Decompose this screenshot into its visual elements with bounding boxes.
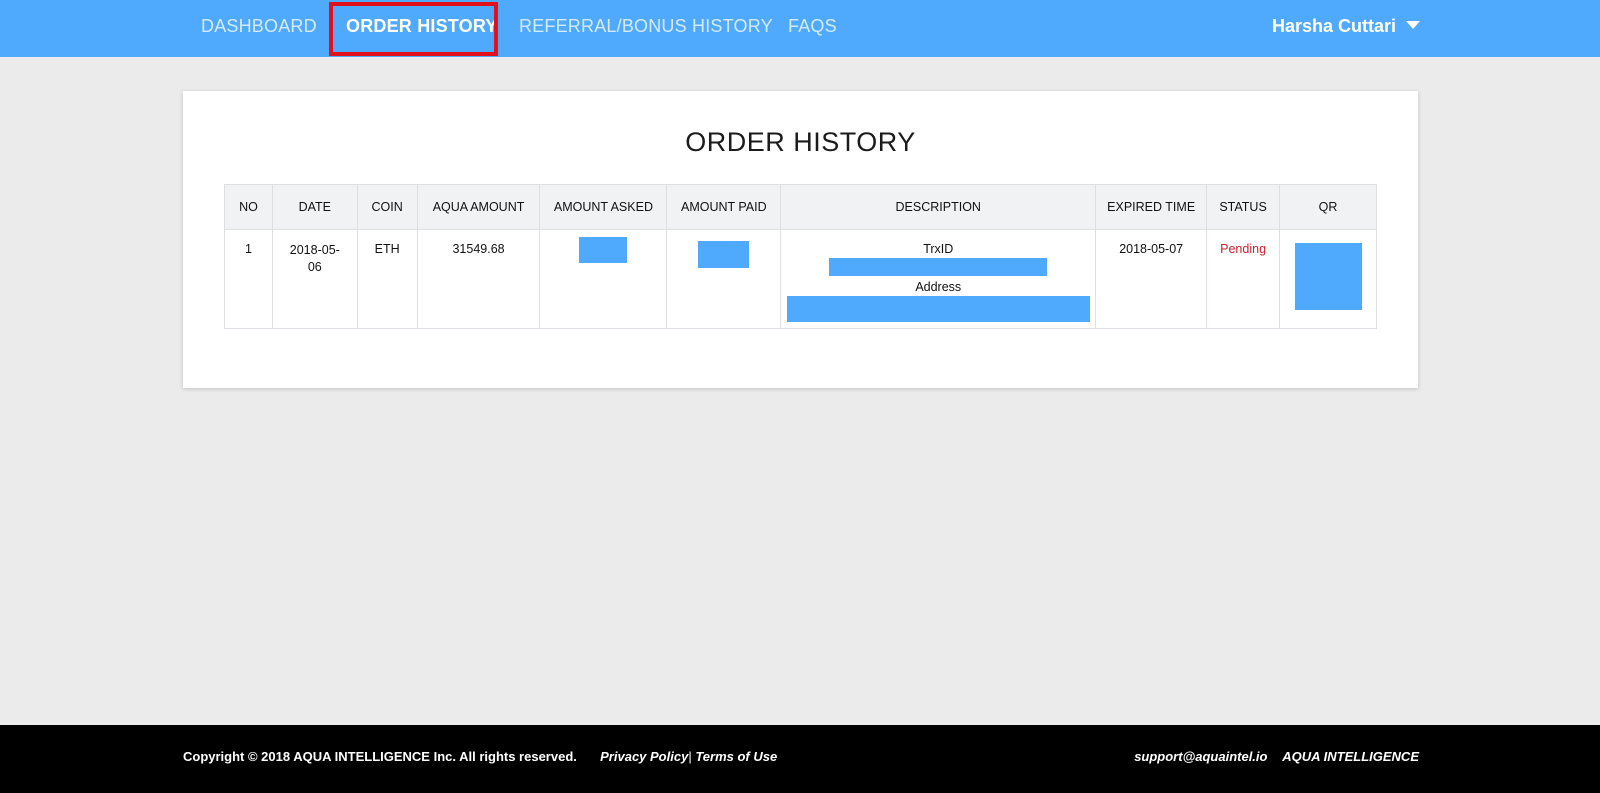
col-header-status: STATUS bbox=[1206, 184, 1281, 230]
col-header-no: NO bbox=[224, 184, 273, 230]
col-header-coin: COIN bbox=[356, 184, 418, 230]
nav-referral-bonus-history[interactable]: REFERRAL/BONUS HISTORY bbox=[519, 0, 773, 52]
page-title: ORDER HISTORY bbox=[685, 127, 916, 157]
copyright-text: Copyright © 2018 AQUA INTELLIGENCE Inc. … bbox=[183, 749, 577, 764]
footer-left: Copyright © 2018 AQUA INTELLIGENCE Inc. … bbox=[183, 725, 777, 789]
col-header-expired-time: EXPIRED TIME bbox=[1095, 184, 1208, 230]
user-menu[interactable]: Harsha Cuttari bbox=[1272, 0, 1420, 52]
status-badge: Pending bbox=[1206, 229, 1281, 329]
cell-aqua-amount: 31549.68 bbox=[416, 229, 541, 329]
footer-separator: | bbox=[688, 749, 692, 764]
footer-right: support@aquaintel.io AQUA INTELLIGENCE bbox=[1134, 725, 1419, 789]
footer-brand: AQUA INTELLIGENCE bbox=[1282, 749, 1419, 764]
cell-description: TrxID Address bbox=[780, 229, 1097, 329]
user-name: Harsha Cuttari bbox=[1271, 16, 1396, 36]
redacted-amount-paid bbox=[698, 241, 750, 268]
support-email-link[interactable]: support@aquaintel.io bbox=[1134, 749, 1267, 764]
orders-table: NO DATE COIN AQUA AMOUNT AMOUNT ASKED AM… bbox=[224, 184, 1377, 329]
cell-date: 2018-05- 06 bbox=[271, 229, 358, 329]
nav-dashboard[interactable]: DASHBOARD bbox=[201, 0, 317, 52]
cell-coin: ETH bbox=[356, 229, 418, 329]
col-header-amount-asked: AMOUNT ASKED bbox=[539, 184, 668, 230]
top-navbar: DASHBOARD ORDER HISTORY REFERRAL/BONUS H… bbox=[0, 0, 1600, 57]
cell-qr bbox=[1279, 229, 1377, 329]
nav-faqs[interactable]: FAQS bbox=[788, 0, 837, 52]
cell-no: 1 bbox=[224, 229, 273, 329]
col-header-description: DESCRIPTION bbox=[780, 184, 1097, 230]
col-header-aqua-amount: AQUA AMOUNT bbox=[416, 184, 541, 230]
cell-date-part1: 2018-05- bbox=[289, 243, 340, 257]
cell-amount-paid bbox=[666, 229, 782, 329]
order-history-card: ORDER HISTORY NO DATE COIN AQUA AMOUNT A… bbox=[183, 91, 1418, 388]
col-header-date: DATE bbox=[271, 184, 358, 230]
redacted-address bbox=[786, 296, 1090, 322]
cell-expired-time: 2018-05-07 bbox=[1095, 229, 1208, 329]
active-nav-highlight bbox=[329, 2, 498, 56]
chevron-down-icon bbox=[1406, 21, 1420, 30]
redacted-amount-asked bbox=[579, 237, 628, 263]
privacy-policy-link[interactable]: Privacy Policy bbox=[600, 749, 688, 764]
col-header-qr: QR bbox=[1279, 184, 1377, 230]
table-row: 1 2018-05- 06 ETH 31549.68 TrxID Address bbox=[224, 229, 1377, 329]
footer: Copyright © 2018 AQUA INTELLIGENCE Inc. … bbox=[0, 725, 1600, 793]
cell-date-part2: 06 bbox=[307, 260, 322, 274]
address-label: Address bbox=[915, 280, 962, 294]
redacted-trx-id bbox=[829, 258, 1048, 276]
cell-amount-asked bbox=[539, 229, 668, 329]
terms-of-use-link[interactable]: Terms of Use bbox=[695, 749, 777, 764]
table-header-row: NO DATE COIN AQUA AMOUNT AMOUNT ASKED AM… bbox=[224, 184, 1377, 230]
col-header-amount-paid: AMOUNT PAID bbox=[666, 184, 782, 230]
qr-code-image[interactable] bbox=[1294, 243, 1362, 310]
trx-id-label: TrxID bbox=[923, 242, 954, 256]
